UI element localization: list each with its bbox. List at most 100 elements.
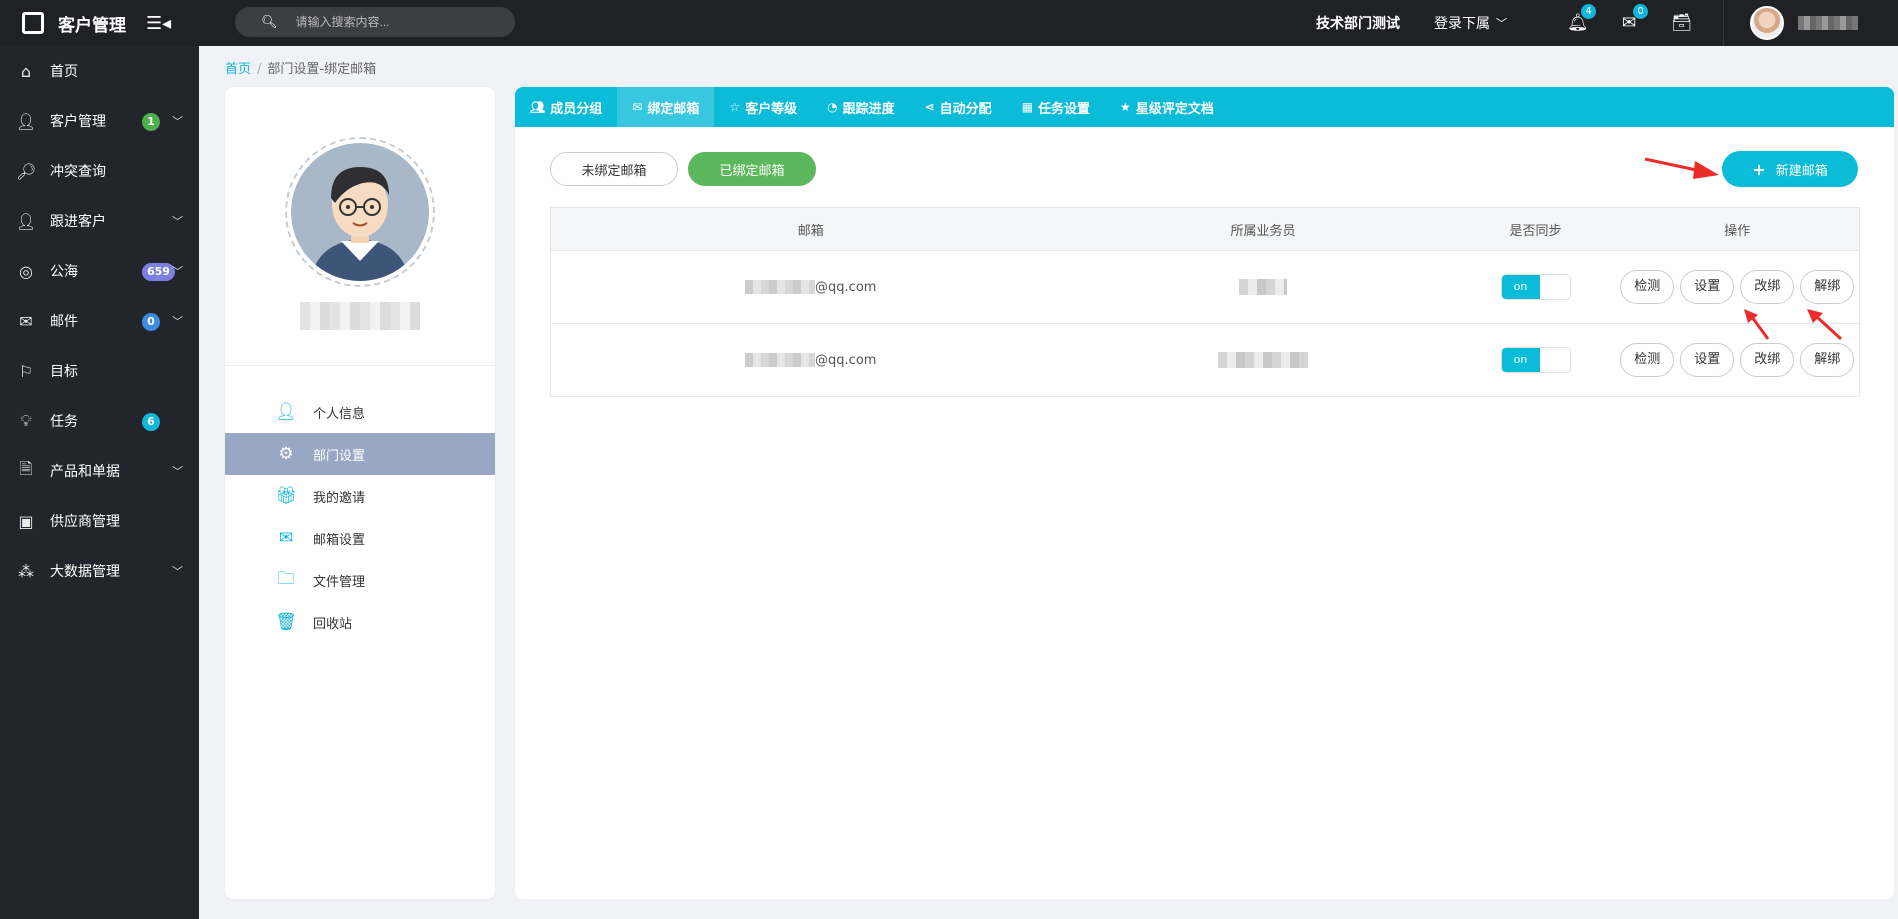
profile-menu-label: 个人信息 xyxy=(313,406,366,422)
email-cell: @qq.com xyxy=(550,250,1071,324)
divider xyxy=(1723,0,1724,46)
tab-member-groups[interactable]: 👥︎ 成员分组 xyxy=(515,87,617,127)
breadcrumb-separator: / xyxy=(257,62,262,77)
user-icon: 👤︎ xyxy=(16,111,37,131)
star-half-icon: ☆ xyxy=(729,100,741,114)
tab-task-settings[interactable]: ▦ 任务设置 xyxy=(1007,87,1105,127)
staff-cell xyxy=(1070,323,1456,397)
toggle-on-label: on xyxy=(1501,275,1540,299)
sidebar: ⌂ 首页 👤︎ 客户管理 1 ﹀ 🔎︎ 冲突查询 👤︎ 跟进客户 ﹀ ◎ 公海 … xyxy=(0,46,199,919)
email-redacted xyxy=(745,280,816,294)
brand: 客户管理 ☰◂ xyxy=(0,0,200,46)
avatar-illustration-svg xyxy=(311,167,409,281)
chevron-down-icon: ﹀ xyxy=(172,265,183,278)
sync-toggle[interactable]: on xyxy=(1500,347,1571,373)
rebind-button[interactable]: 改绑 xyxy=(1740,343,1795,377)
profile-menu-label: 邮箱设置 xyxy=(313,532,366,548)
mail-icon: ✉ xyxy=(19,311,33,331)
profile-menu-department-settings[interactable]: ⚙ 部门设置 xyxy=(225,433,495,475)
column-header-actions: 操作 xyxy=(1615,207,1860,251)
profile-menu-recycle-bin[interactable]: 🗑︎ 回收站 xyxy=(225,601,495,643)
pie-icon: ◔ xyxy=(827,100,838,114)
tab-bar: 👥︎ 成员分组 ✉ 绑定邮箱 ☆ 客户等级 ◔ 跟踪进度 ⋖ 自动分配 ▦ 任务… xyxy=(515,87,1894,127)
profile-menu: 👤︎ 个人信息 ⚙ 部门设置 🎁︎ 我的邀请 ✉ 邮箱设置 🗀︎ 文件管理 🗑︎… xyxy=(225,391,495,643)
sidebar-item-public-pool[interactable]: ◎ 公海 659 ﹀ xyxy=(0,246,199,296)
sidebar-item-tasks[interactable]: 💡︎ 任务 6 xyxy=(0,396,199,446)
profile-menu-mail-settings[interactable]: ✉ 邮箱设置 xyxy=(225,517,495,559)
sub-login-dropdown[interactable]: 登录下属 ﹀ xyxy=(1434,13,1507,33)
search-icon[interactable]: 🔍︎ xyxy=(261,15,278,30)
menu-toggle-icon[interactable]: ☰◂ xyxy=(146,13,171,34)
sidebar-item-label: 邮件 xyxy=(50,314,78,330)
sidebar-item-mail[interactable]: ✉ 邮件 0 ﹀ xyxy=(0,296,199,346)
main-panel: 👥︎ 成员分组 ✉ 绑定邮箱 ☆ 客户等级 ◔ 跟踪进度 ⋖ 自动分配 ▦ 任务… xyxy=(515,87,1894,899)
unbound-mailbox-button[interactable]: 未绑定邮箱 xyxy=(550,152,678,186)
breadcrumb-current: 部门设置-绑定邮箱 xyxy=(267,62,377,77)
globe-icon: ◎ xyxy=(19,261,33,281)
sidebar-item-suppliers[interactable]: ▣ 供应商管理 xyxy=(0,496,199,546)
count-badge: 1 xyxy=(142,113,160,131)
tab-label: 星级评定文档 xyxy=(1135,101,1214,117)
check-button[interactable]: 检测 xyxy=(1620,343,1675,377)
staff-redacted xyxy=(1239,279,1287,295)
toggle-knob xyxy=(1539,348,1570,372)
app-title: 客户管理 xyxy=(58,15,126,36)
calendar-icon: ▦ xyxy=(1021,100,1034,114)
supplier-icon: ▣ xyxy=(18,511,34,531)
profile-menu-label: 文件管理 xyxy=(313,574,366,590)
unbind-button[interactable]: 解绑 xyxy=(1800,343,1855,377)
bell-icon[interactable]: 🔔︎ 4 xyxy=(1567,4,1596,33)
inbox-icon[interactable]: 🗃︎ xyxy=(1671,13,1693,33)
sync-toggle[interactable]: on xyxy=(1500,274,1571,300)
notification-badge: 4 xyxy=(1581,4,1596,19)
tab-tracking-progress[interactable]: ◔ 跟踪进度 xyxy=(812,87,910,127)
sidebar-item-bigdata[interactable]: ⁂ 大数据管理 ﹀ xyxy=(0,546,199,596)
user-avatar[interactable] xyxy=(1750,6,1784,40)
breadcrumb-home-link[interactable]: 首页 xyxy=(225,62,251,77)
bound-mailbox-button[interactable]: 已绑定邮箱 xyxy=(688,152,816,186)
settings-button[interactable]: 设置 xyxy=(1680,270,1735,304)
profile-menu-personal-info[interactable]: 👤︎ 个人信息 xyxy=(225,391,495,433)
sync-cell: on xyxy=(1455,323,1616,397)
top-bar: 客户管理 ☰◂ 🔍︎ 技术部门测试 登录下属 ﹀ 🔔︎4 ✉0 🗃︎ xyxy=(0,0,1898,46)
network-icon: ⁂ xyxy=(18,561,34,581)
tab-bind-mailbox[interactable]: ✉ 绑定邮箱 xyxy=(617,87,715,127)
unbind-button[interactable]: 解绑 xyxy=(1800,270,1855,304)
sidebar-item-conflict-search[interactable]: 🔎︎ 冲突查询 xyxy=(0,146,199,196)
message-badge: 0 xyxy=(1633,4,1648,19)
sidebar-item-products[interactable]: 🗎︎ 产品和单据 ﹀ xyxy=(0,446,199,496)
table-header-row: 邮箱 所属业务员 是否同步 操作 xyxy=(550,207,1860,251)
sidebar-item-label: 客户管理 xyxy=(50,114,106,130)
profile-menu-invitations[interactable]: 🎁︎ 我的邀请 xyxy=(225,475,495,517)
sidebar-item-followup[interactable]: 👤︎ 跟进客户 ﹀ xyxy=(0,196,199,246)
user-name-redacted[interactable] xyxy=(1798,16,1858,30)
mail-icon[interactable]: ✉ 0 xyxy=(1619,4,1648,33)
tab-auto-assign[interactable]: ⋖ 自动分配 xyxy=(910,87,1007,127)
tab-star-rating-doc[interactable]: ★ 星级评定文档 xyxy=(1105,87,1229,127)
new-mailbox-button[interactable]: + 新建邮箱 xyxy=(1722,151,1858,187)
sidebar-item-home[interactable]: ⌂ 首页 xyxy=(0,46,199,96)
divider xyxy=(225,365,495,366)
sidebar-item-customers[interactable]: 👤︎ 客户管理 1 ﹀ xyxy=(0,96,199,146)
search-input[interactable] xyxy=(295,15,496,29)
chevron-down-icon: ﹀ xyxy=(172,565,183,578)
user-icon: 👤︎ xyxy=(16,211,37,231)
flag-icon: ⚐ xyxy=(18,361,34,381)
top-right-area: 技术部门测试 登录下属 ﹀ 🔔︎ 4 ✉ 0 🗃︎ xyxy=(1316,0,1898,46)
tab-label: 任务设置 xyxy=(1038,101,1091,117)
profile-avatar[interactable] xyxy=(285,137,435,287)
sidebar-item-label: 首页 xyxy=(50,64,78,80)
check-button[interactable]: 检测 xyxy=(1620,270,1675,304)
sidebar-item-goals[interactable]: ⚐ 目标 xyxy=(0,346,199,396)
folder-icon: 🗀︎ xyxy=(277,568,295,589)
rebind-button[interactable]: 改绑 xyxy=(1740,270,1795,304)
trash-icon: 🗑︎ xyxy=(275,612,297,632)
settings-button[interactable]: 设置 xyxy=(1680,343,1735,377)
column-header-sync: 是否同步 xyxy=(1455,207,1616,251)
tab-label: 成员分组 xyxy=(550,101,603,117)
staff-redacted xyxy=(1218,352,1308,368)
sync-cell: on xyxy=(1455,250,1616,324)
arrow-annotation xyxy=(1807,309,1843,341)
profile-menu-file-management[interactable]: 🗀︎ 文件管理 xyxy=(225,559,495,601)
tab-customer-level[interactable]: ☆ 客户等级 xyxy=(714,87,812,127)
